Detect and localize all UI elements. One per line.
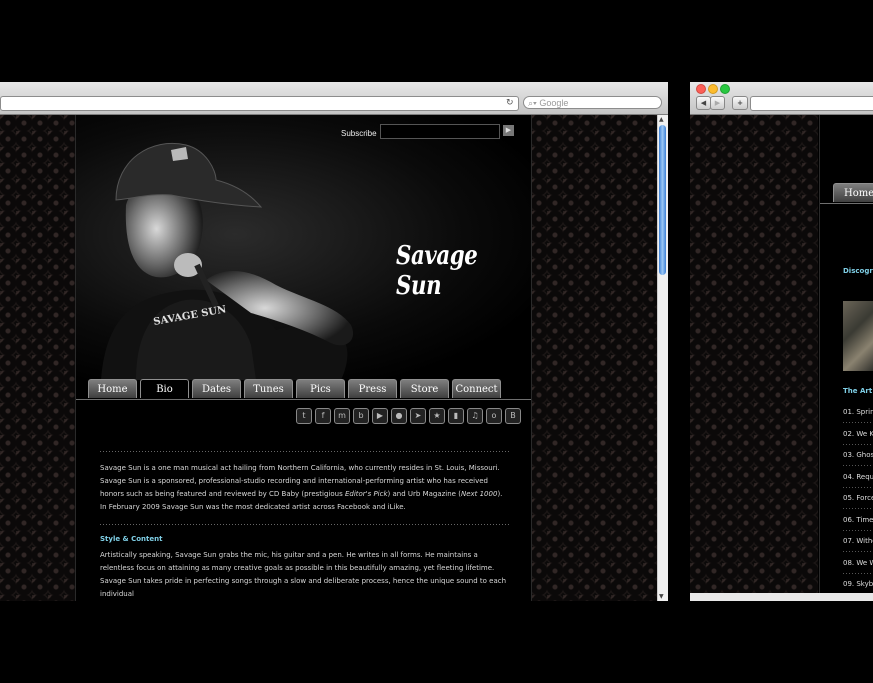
apple-icon[interactable]: ●: [391, 408, 407, 424]
reverbnation-icon[interactable]: ➤: [410, 408, 426, 424]
site-content: SAVAGE SUN Subscribe ▶ Savage Sun Home B…: [75, 115, 532, 601]
discography-heading: Discogr: [843, 267, 873, 275]
hero-banner: SAVAGE SUN Subscribe ▶ Savage Sun: [76, 115, 531, 380]
window-bottom-bar: [690, 593, 873, 601]
browser-window-left: ↻ ⌕▾ Google SAVAGE SUN Subscribe ▶ Savag…: [0, 82, 668, 601]
divider: [843, 444, 873, 445]
forward-button[interactable]: ▶: [710, 96, 725, 110]
page-viewport: SAVAGE SUN Subscribe ▶ Savage Sun Home B…: [0, 115, 658, 601]
back-button[interactable]: ◀: [696, 96, 711, 110]
tab-press[interactable]: Press: [348, 379, 397, 398]
tab-connect[interactable]: Connect: [452, 379, 501, 398]
subscribe-input[interactable]: [380, 124, 500, 139]
track-item[interactable]: 09. Skyb: [843, 580, 873, 588]
address-bar[interactable]: [750, 96, 873, 111]
divider: [843, 487, 873, 488]
background-pattern-left: [0, 115, 75, 601]
youtube-icon[interactable]: ▶: [372, 408, 388, 424]
star-icon[interactable]: ★: [429, 408, 445, 424]
site-logo[interactable]: Savage Sun: [396, 241, 507, 301]
search-icon: ⌕▾: [528, 98, 540, 108]
tab-tunes[interactable]: Tunes: [244, 379, 293, 398]
music-icon[interactable]: ♫: [467, 408, 483, 424]
search-field[interactable]: ⌕▾ Google: [523, 96, 662, 109]
twitter-icon[interactable]: t: [296, 408, 312, 424]
browser-toolbar: ◀ ▶ +: [690, 82, 873, 115]
bio-paragraph: Savage Sun is a one man musical act hail…: [100, 464, 503, 511]
background-pattern-right: [531, 115, 658, 601]
track-item[interactable]: 07. Withe: [843, 537, 873, 545]
scroll-down-icon[interactable]: ▼: [659, 593, 664, 600]
nav-divider: [820, 203, 873, 204]
address-bar[interactable]: ↻: [0, 96, 519, 111]
subscribe-submit-button[interactable]: ▶: [503, 125, 514, 136]
divider: [100, 524, 510, 525]
tab-home[interactable]: Home: [833, 183, 873, 202]
divider: [843, 465, 873, 466]
track-item[interactable]: 01. Sprin: [843, 408, 873, 416]
myspace-icon[interactable]: m: [334, 408, 350, 424]
background-pattern: [690, 115, 818, 601]
bio-content: Savage Sun is a one man musical act hail…: [100, 451, 510, 601]
blogger-icon[interactable]: B: [505, 408, 521, 424]
album-cover[interactable]: [843, 301, 873, 371]
browser-window-right: ◀ ▶ + Home Discogr The Art o 01. Sprin 0…: [690, 82, 873, 601]
divider: [843, 530, 873, 531]
style-paragraph: Artistically speaking, Savage Sun grabs …: [100, 551, 507, 598]
track-item[interactable]: 06. Time: [843, 516, 873, 524]
reload-icon[interactable]: ↻: [506, 98, 514, 108]
track-item[interactable]: 05. Force: [843, 494, 873, 502]
orkut-icon[interactable]: o: [486, 408, 502, 424]
minimize-icon[interactable]: [708, 84, 718, 94]
scroll-up-icon[interactable]: ▲: [659, 116, 664, 123]
tab-home[interactable]: Home: [88, 379, 137, 398]
track-item[interactable]: 08. We W: [843, 559, 873, 567]
album-title[interactable]: The Art o: [843, 387, 873, 395]
chart-icon[interactable]: ▮: [448, 408, 464, 424]
track-item[interactable]: 03. Ghos: [843, 451, 873, 459]
scroll-thumb[interactable]: [659, 125, 666, 275]
track-item[interactable]: 04. Requ: [843, 473, 873, 481]
zoom-icon[interactable]: [720, 84, 730, 94]
track-item[interactable]: 02. We K: [843, 430, 873, 438]
tab-dates[interactable]: Dates: [192, 379, 241, 398]
divider: [100, 451, 510, 452]
nav-divider: [76, 399, 531, 400]
subscribe-label: Subscribe: [341, 129, 377, 138]
divider: [843, 573, 873, 574]
close-icon[interactable]: [696, 84, 706, 94]
browser-toolbar: ↻ ⌕▾ Google: [0, 82, 668, 115]
vertical-scrollbar[interactable]: ▲ ▼: [657, 115, 668, 601]
site-content: Home Discogr The Art o 01. Sprin 02. We …: [819, 115, 873, 601]
tab-store[interactable]: Store: [400, 379, 449, 398]
search-placeholder: Google: [539, 98, 569, 108]
section-heading: Style & Content: [100, 535, 163, 543]
facebook-icon[interactable]: f: [315, 408, 331, 424]
tab-pics[interactable]: Pics: [296, 379, 345, 398]
divider: [843, 422, 873, 423]
divider: [843, 508, 873, 509]
divider: [843, 551, 873, 552]
tab-bio[interactable]: Bio: [140, 379, 189, 398]
bebo-icon[interactable]: b: [353, 408, 369, 424]
new-tab-button[interactable]: +: [732, 96, 748, 110]
